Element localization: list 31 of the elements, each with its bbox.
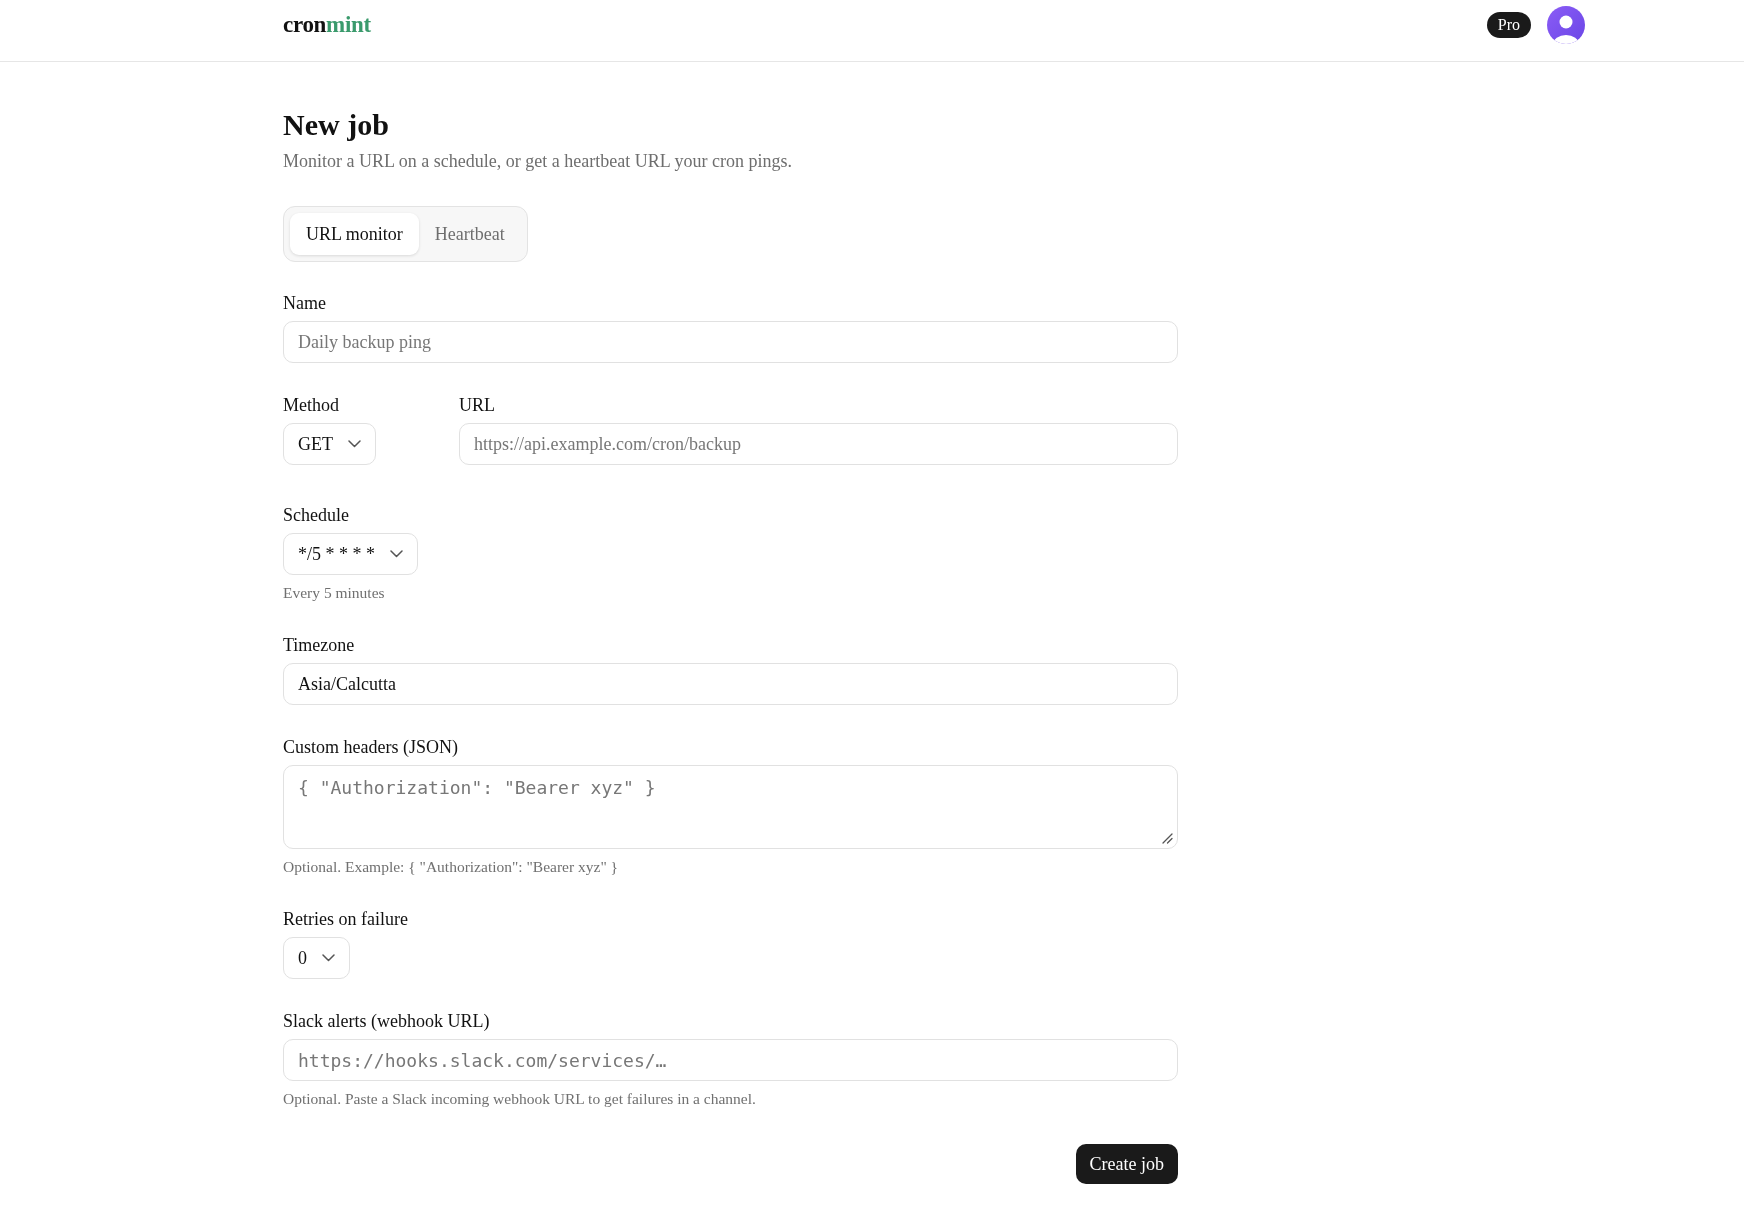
text-input[interactable]: Daily backup ping (283, 321, 1178, 363)
dropdown[interactable]: */5 * * * * (283, 533, 418, 575)
code-textarea[interactable]: { "Authorization": "Bearer xyz" } (283, 765, 1178, 849)
tab[interactable]: Heartbeat (418, 213, 521, 255)
field-hint: Optional. Paste a Slack incoming webhook URL to get failures in a channel. (283, 1089, 757, 1109)
field-label: Name (283, 292, 327, 315)
dropdown[interactable]: GET (283, 423, 376, 465)
text-input[interactable]: Asia/Calcutta (283, 663, 1178, 705)
chevron-down-icon (390, 550, 403, 558)
resize-grip-icon[interactable] (1162, 833, 1173, 844)
field-label: Method (283, 394, 340, 417)
field-label: URL (459, 394, 496, 417)
field-label: Timezone (283, 634, 356, 657)
field-label: Slack alerts (webhook URL) (283, 1010, 491, 1033)
create-job-button[interactable]: Create job (1075, 1144, 1178, 1184)
dropdown[interactable]: 0 (283, 937, 350, 979)
plan-badge: Pro (1486, 12, 1531, 38)
field-label: Schedule (283, 504, 350, 527)
field-hint: Optional. Example: { "Authorization": "Bearer xyz" } (283, 857, 620, 877)
field-hint: Every 5 minutes (283, 583, 386, 603)
field-label: Custom headers (JSON) (283, 736, 459, 759)
text-input[interactable]: https://api.example.com/cron/backup (459, 423, 1178, 465)
chevron-down-icon (322, 954, 335, 962)
page-subtitle: Monitor a URL on a schedule, or get a heartbeat URL your cron pings. (283, 150, 794, 173)
chevron-down-icon (348, 440, 361, 448)
tab[interactable]: URL monitor (290, 213, 419, 255)
logo-wordmark[interactable]: cronmint (283, 7, 371, 43)
user-avatar-icon[interactable] (1547, 6, 1585, 44)
page-title: New job (283, 107, 390, 143)
field-label: Retries on failure (283, 908, 409, 931)
code-input[interactable]: https://hooks.slack.com/services/… (283, 1039, 1178, 1081)
